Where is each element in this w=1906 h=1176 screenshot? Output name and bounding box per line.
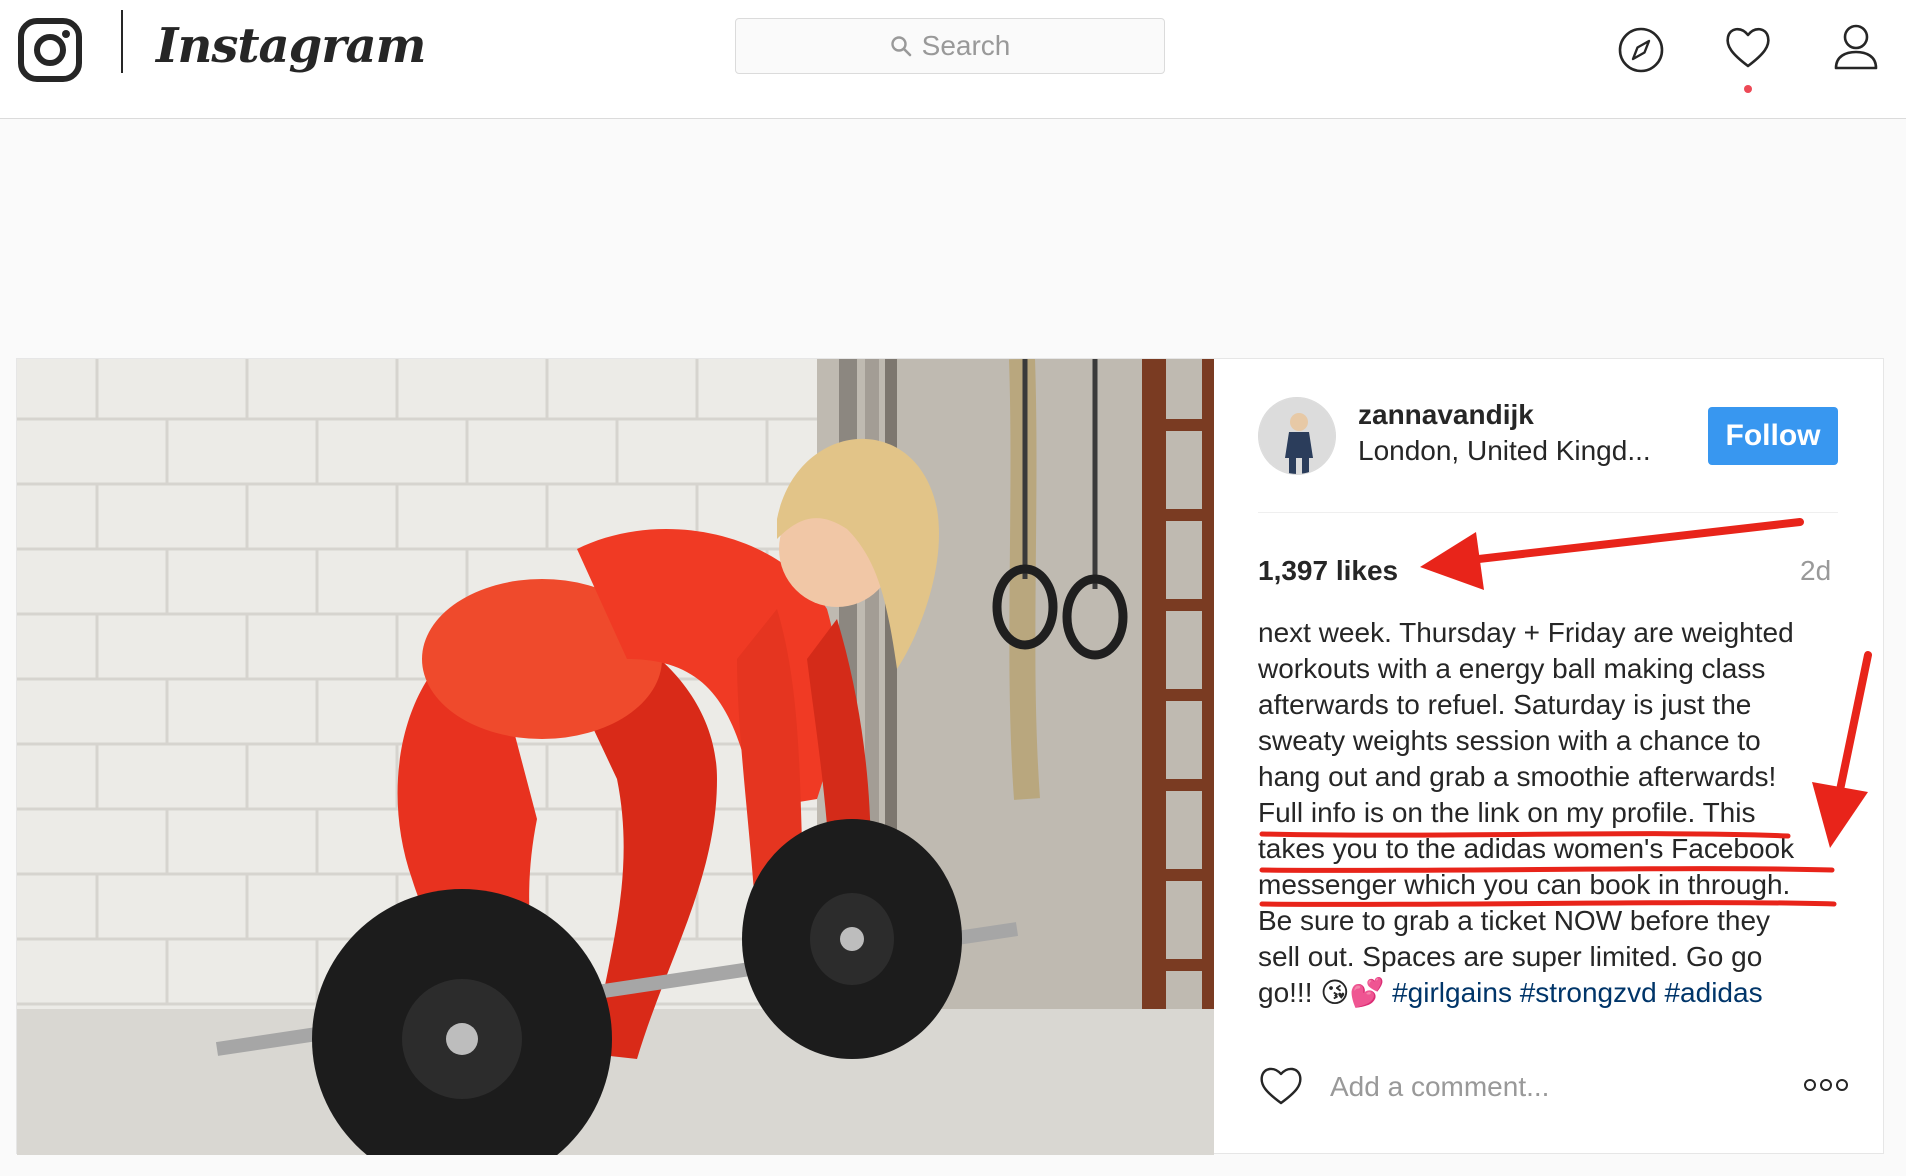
caption-line: sweaty weights session with a chance to [1258, 725, 1761, 756]
caption-line: Be sure to grab a ticket NOW before they [1258, 905, 1771, 936]
notification-dot [1744, 85, 1752, 93]
top-nav: Instagram Search [0, 0, 1906, 119]
post-caption: next week. Thursday + Friday are weighte… [1258, 615, 1858, 1011]
post-sidebar: zannavandijk London, United Kingd... Fol… [1214, 359, 1884, 1155]
hashtag-link[interactable]: #strongzvd [1520, 977, 1657, 1008]
hashtag-link[interactable]: #girlgains [1392, 977, 1512, 1008]
likes-count[interactable]: 1,397 likes [1258, 555, 1398, 587]
caption-line: next week. Thursday + Friday are weighte… [1258, 617, 1794, 648]
avatar[interactable] [1258, 397, 1336, 475]
search-icon [890, 36, 911, 57]
post-header: zannavandijk London, United Kingd... Fol… [1214, 359, 1884, 513]
post-time[interactable]: 2d [1800, 555, 1831, 587]
instagram-camera-icon[interactable] [18, 18, 82, 82]
caption-line: takes you to the adidas women's Facebook [1258, 833, 1795, 864]
caption-line: workouts with a energy ball making class [1258, 653, 1766, 684]
comment-input[interactable] [1330, 1067, 1750, 1107]
post-card: zannavandijk London, United Kingd... Fol… [16, 358, 1884, 1155]
instagram-wordmark[interactable]: Instagram [156, 6, 426, 86]
caption-line: hang out and grab a smoothie afterwards! [1258, 761, 1777, 792]
follow-button[interactable]: Follow [1708, 407, 1838, 465]
compass-icon[interactable] [1617, 22, 1665, 74]
logo-divider [121, 10, 123, 73]
caption-line: sell out. Spaces are super limited. Go g… [1258, 941, 1763, 972]
post-photo[interactable] [17, 359, 1214, 1155]
post-location[interactable]: London, United Kingd... [1358, 435, 1651, 467]
avatar-image [1259, 398, 1335, 474]
more-options-icon[interactable] [1802, 1075, 1850, 1095]
heart-icon[interactable] [1724, 22, 1772, 74]
caption-line-end: go!!! 😘💕 [1258, 977, 1393, 1008]
header-divider [1258, 512, 1838, 513]
post-username[interactable]: zannavandijk [1358, 399, 1534, 431]
hashtag-link[interactable]: #adidas [1664, 977, 1762, 1008]
search-box[interactable]: Search [735, 18, 1165, 74]
caption-line: afterwards to refuel. Saturday is just t… [1258, 689, 1752, 720]
comment-bar [1214, 1059, 1884, 1155]
caption-line: messenger which you can book in through. [1258, 869, 1791, 900]
caption-last-line: go!!! 😘💕 #girlgains #strongzvd #adidas [1258, 975, 1858, 1011]
like-heart-icon[interactable] [1258, 1063, 1304, 1107]
person-icon[interactable] [1832, 22, 1880, 74]
caption-line: Full info is on the link on my profile. … [1258, 797, 1756, 828]
search-placeholder: Search [921, 30, 1011, 61]
post-photo-illustration [17, 359, 1214, 1155]
